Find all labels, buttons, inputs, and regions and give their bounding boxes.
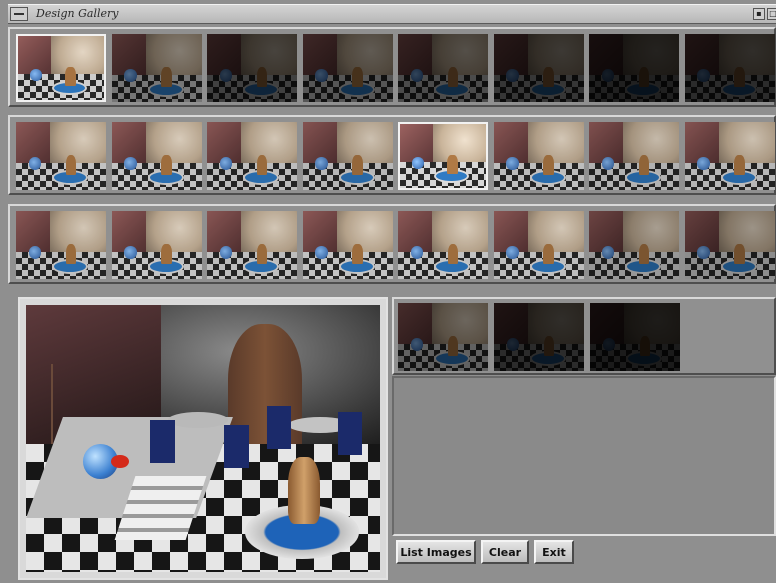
gallery-thumbnail[interactable] (207, 34, 297, 102)
preview-panel (18, 297, 388, 580)
gallery-thumbnail[interactable] (493, 122, 584, 190)
image-list-area[interactable] (392, 376, 776, 536)
gallery-thumbnail[interactable] (589, 34, 679, 102)
window-menu-icon[interactable] (10, 7, 28, 21)
gallery-thumbnail[interactable] (16, 211, 106, 279)
gallery-thumbnail[interactable] (207, 122, 297, 190)
maximize-icon[interactable]: □ (767, 8, 776, 20)
gallery-thumbnail[interactable] (398, 34, 488, 102)
gallery-thumbnail[interactable] (684, 211, 775, 279)
gallery-thumbnail[interactable] (111, 211, 202, 279)
gallery-thumbnail[interactable] (684, 122, 775, 190)
gallery-thumbnail[interactable] (589, 122, 679, 190)
gallery-thumbnail[interactable] (207, 211, 297, 279)
gallery-thumbnail[interactable] (589, 211, 679, 279)
window-title: Design Gallery (36, 7, 119, 20)
gallery-thumbnail[interactable] (398, 211, 488, 279)
preview-image (26, 305, 380, 572)
selected-thumbnail[interactable] (590, 303, 680, 371)
gallery-thumbnail[interactable] (398, 122, 488, 190)
gallery-thumbnail[interactable] (111, 122, 202, 190)
gallery-thumbnail[interactable] (493, 34, 584, 102)
gallery-thumbnail[interactable] (302, 34, 393, 102)
gallery-thumbnail[interactable] (111, 34, 202, 102)
gallery-row-2 (8, 115, 776, 195)
gallery-thumbnail[interactable] (16, 122, 106, 190)
title-bar: Design Gallery ▪ □ (8, 4, 776, 24)
gallery-thumbnail[interactable] (302, 211, 393, 279)
gallery-thumbnail[interactable] (493, 211, 584, 279)
gallery-row-3 (8, 204, 776, 284)
selected-thumbnail[interactable] (398, 303, 488, 371)
selected-images-strip (392, 297, 776, 375)
gallery-thumbnail[interactable] (302, 122, 393, 190)
minimize-icon[interactable]: ▪ (753, 8, 765, 20)
clear-button[interactable]: Clear (481, 540, 529, 564)
exit-button[interactable]: Exit (534, 540, 574, 564)
gallery-thumbnail[interactable] (684, 34, 775, 102)
selected-thumbnail[interactable] (494, 303, 584, 371)
gallery-row-1 (8, 27, 776, 107)
gallery-thumbnail[interactable] (16, 34, 106, 102)
list-images-button[interactable]: List Images (396, 540, 476, 564)
